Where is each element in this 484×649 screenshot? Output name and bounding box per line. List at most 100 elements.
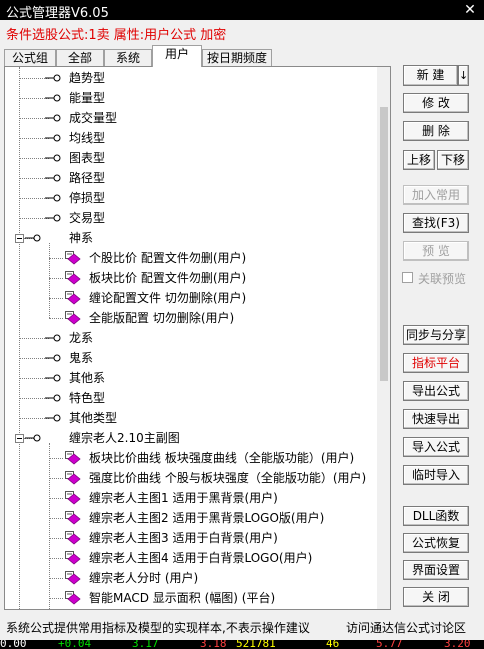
close-icon[interactable]: ✕ [456, 0, 484, 20]
tree-item-label: 成交量型 [69, 111, 118, 125]
tree-item-label: 停损型 [69, 191, 106, 205]
find-button[interactable]: 查找(F3) [403, 213, 469, 233]
node-key-icon [45, 348, 61, 368]
tree-item-label: 其他系 [69, 371, 106, 385]
tree-category-node[interactable]: 图表型 [5, 148, 375, 168]
formula-icon [65, 511, 81, 525]
footer-disclaimer: 系统公式提供常用指标及模型的实现样本,不表示操作建议 [6, 621, 310, 635]
formula-item[interactable]: 板块比价曲线 板块强度曲线（全能版功能）(用户) [5, 448, 375, 468]
tree-category-node[interactable]: 鬼系 [5, 348, 375, 368]
formula-item[interactable]: 缠宗老人主图2 适用于黑背景LOGO版(用户) [5, 508, 375, 528]
new-button[interactable]: 新 建 [403, 65, 458, 86]
tree-category-node[interactable]: 趋势型 [5, 68, 375, 88]
formula-restore-button[interactable]: 公式恢复 [403, 533, 469, 553]
quote-ticker-strip: 0.00 +0.04 3.17 3.18 521781 46 5.77 3.20 [0, 640, 484, 649]
ticker-value: 0.00 [0, 640, 27, 649]
import-formula-button[interactable]: 导入公式 [403, 437, 469, 457]
ui-settings-button[interactable]: 界面设置 [403, 560, 469, 580]
formula-item[interactable]: 缠宗老人分时 (用户) [5, 568, 375, 588]
tree-item-label: 交易型 [69, 211, 106, 225]
formula-icon [65, 571, 81, 585]
indicator-platform-button[interactable]: 指标平台 [403, 353, 469, 373]
formula-item[interactable]: 缠宗老人主图1 适用于黑背景(用户) [5, 488, 375, 508]
node-key-icon [45, 68, 61, 88]
tree-category-node[interactable]: 成交量型 [5, 108, 375, 128]
close-button[interactable]: 关 闭 [403, 587, 469, 607]
tree-category-node[interactable]: 能量型 [5, 88, 375, 108]
tree-category-node[interactable]: 停损型 [5, 188, 375, 208]
ticker-value: 3.18 [200, 640, 227, 649]
node-key-icon [45, 148, 61, 168]
formula-tree[interactable]: 趋势型能量型成交量型均线型图表型 路径型停损型交易型神系个股比价 配置文件勿删(用… [4, 66, 391, 610]
node-key-icon [45, 88, 61, 108]
modify-button[interactable]: 修 改 [403, 93, 469, 113]
node-key-icon [45, 128, 61, 148]
node-key-icon [25, 228, 41, 248]
checkbox-box[interactable] [402, 272, 413, 283]
formula-item[interactable]: 板块比价 配置文件勿删(用户) [5, 268, 375, 288]
tab-by-date-frequency[interactable]: 按日期频度 [202, 49, 272, 67]
tree-category-node[interactable]: 龙系 [5, 328, 375, 348]
formula-icon [65, 551, 81, 565]
tree-category-node[interactable]: 交易型 [5, 208, 375, 228]
export-formula-button[interactable]: 导出公式 [403, 381, 469, 401]
tree-item-label: 均线型 [69, 131, 106, 145]
formula-item[interactable]: 缠宗老人主图4 适用于白背景LOGO(用户) [5, 548, 375, 568]
tree-category-node[interactable]: 其他系 [5, 368, 375, 388]
tree-item-label: 缠宗老人主图2 适用于黑背景LOGO版(用户) [89, 511, 325, 525]
tree-item-label: 板块比价曲线 板块强度曲线（全能版功能）(用户) [89, 451, 355, 465]
quick-export-button[interactable]: 快速导出 [403, 409, 469, 429]
sync-share-button[interactable]: 同步与分享 [403, 325, 469, 345]
tree-item-label: 板块比价 配置文件勿删(用户) [89, 271, 247, 285]
ticker-value: 46 [326, 640, 340, 649]
tree-scrollbar[interactable] [377, 67, 390, 609]
tree-item-label: 趋势型 [69, 71, 106, 85]
node-key-icon [45, 328, 61, 348]
add-to-common-button[interactable]: 加入常用 [403, 185, 469, 205]
dll-functions-button[interactable]: DLL函数 [403, 506, 469, 526]
forum-link[interactable]: 访问通达信公式讨论区 [346, 619, 466, 636]
tree-group-node[interactable]: 缠宗老人2.10主副图 [5, 428, 375, 448]
node-key-icon [45, 408, 61, 428]
tree-item-label: 缠论配置文件 切勿删除(用户) [89, 291, 247, 305]
delete-button[interactable]: 删 除 [403, 121, 469, 141]
move-up-button[interactable]: 上移 [403, 150, 435, 170]
tree-item-label: 缠宗老人主图3 适用于白背景(用户) [89, 531, 278, 545]
formula-item[interactable]: 智能MACD 显示面积 (幅图) (平台) [5, 588, 375, 608]
formula-icon [65, 491, 81, 505]
tree-category-node[interactable]: 其他类型 [5, 408, 375, 428]
formula-icon [65, 531, 81, 545]
new-dropdown-arrow-icon[interactable]: ↓ [458, 65, 469, 86]
formula-item[interactable]: 全能版配置 切勿删除(用户) [5, 308, 375, 328]
formula-item[interactable]: 缠论配置文件 切勿删除(用户) [5, 288, 375, 308]
tab-user[interactable]: 用户 [152, 45, 202, 67]
tree-category-node[interactable]: 特色型 [5, 388, 375, 408]
node-key-icon [45, 368, 61, 388]
formula-manager-window: 公式管理器V6.05 ✕ 条件选股公式:1卖 属性:用户公式 加密 公式组 全部… [0, 0, 484, 640]
tab-all[interactable]: 全部 [56, 49, 104, 67]
ticker-value: +0.04 [58, 640, 92, 649]
tab-formula-group[interactable]: 公式组 [4, 49, 56, 67]
tab-system[interactable]: 系统 [104, 49, 152, 67]
formula-icon [65, 471, 81, 485]
tree-item-label: 其他类型 [69, 411, 118, 425]
scrollbar-thumb[interactable] [380, 107, 388, 381]
preview-button[interactable]: 预 览 [403, 241, 469, 261]
ticker-value: 521781 [236, 640, 276, 649]
node-key-icon [45, 108, 61, 128]
window-title: 公式管理器V6.05 [6, 6, 109, 21]
move-down-button[interactable]: 下移 [437, 150, 469, 170]
formula-item[interactable]: 强度比价曲线 个股与板块强度（全能版功能）(用户) [5, 468, 375, 488]
formula-status-line: 条件选股公式:1卖 属性:用户公式 加密 [6, 28, 227, 43]
temp-import-button[interactable]: 临时导入 [403, 465, 469, 485]
tree-category-node[interactable]: 均线型 [5, 128, 375, 148]
tree-item-label: 缠宗老人2.10主副图 [69, 431, 180, 445]
tree-item-label: 个股比价 配置文件勿删(用户) [89, 251, 247, 265]
tree-item-label: 龙系 [69, 331, 94, 345]
formula-item[interactable]: 个股比价 配置文件勿删(用户) [5, 248, 375, 268]
tree-category-node[interactable]: 路径型 [5, 168, 375, 188]
footer-bar: 系统公式提供常用指标及模型的实现样本,不表示操作建议 访问通达信公式讨论区 [0, 614, 484, 640]
node-key-icon [45, 168, 61, 188]
tree-group-node[interactable]: 神系 [5, 228, 375, 248]
formula-item[interactable]: 缠宗老人主图3 适用于白背景(用户) [5, 528, 375, 548]
